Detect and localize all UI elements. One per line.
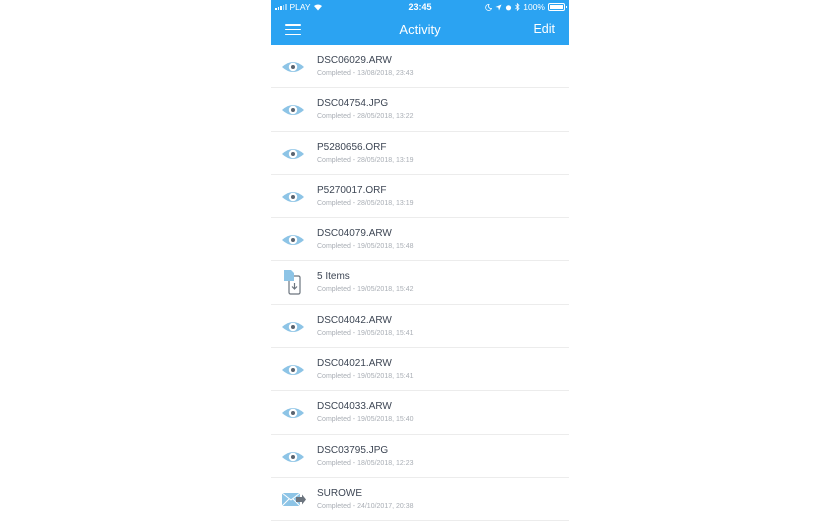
activity-list: DSC06029.ARW Completed - 13/08/2018, 23:… [271,45,569,522]
eye-icon [281,144,305,164]
location-icon [495,4,502,10]
eye-icon [281,317,305,337]
item-title: DSC04754.JPG [317,98,389,110]
eye-icon [281,360,305,380]
item-title: DSC06029.ARW [317,55,392,66]
item-subtitle: Completed - 19/05/2018, 15:41 [317,329,414,337]
mail-send-icon [281,490,306,510]
eye-icon [281,187,305,207]
edit-button[interactable]: Edit [533,22,555,36]
item-subtitle: Completed - 13/08/2018, 23:43 [317,70,414,77]
activity-list-item[interactable]: DSC04033.ARW Completed - 19/05/2018, 15:… [271,391,569,435]
item-title: DSC04033.ARW [317,401,392,413]
item-title: SUROWE [317,487,362,499]
activity-list-item[interactable]: DSC06029.ARW Completed - 13/08/2018, 23:… [271,45,569,89]
activity-list-item[interactable]: DSC04042.ARW Completed - 19/05/2018, 15:… [271,305,569,349]
battery-icon [548,3,567,11]
activity-list-item[interactable]: DSC04754.JPG Completed - 28/05/2018, 13:… [271,88,569,132]
item-subtitle: Completed - 28/05/2018, 13:22 [317,113,414,121]
item-title: DSC04021.ARW [317,358,392,370]
page-title: Activity [399,22,441,37]
item-subtitle: Completed - 19/05/2018, 15:42 [317,286,414,294]
activity-list-item[interactable]: SUROWE Completed - 24/10/2017, 20:38 [271,478,569,522]
item-subtitle: Completed - 24/10/2017, 20:38 [317,502,414,510]
item-title: DSC03795.JPG [317,444,389,456]
status-bar: PLAY 23:45 100% [271,0,569,14]
item-subtitle: Completed - 19/05/2018, 15:41 [317,373,414,381]
item-title: DSC04042.ARW [317,314,392,326]
item-title: 5 Items [317,271,350,283]
status-right: 100% [485,2,567,12]
alarm-icon [506,4,512,10]
item-subtitle: Completed - 28/05/2018, 13:19 [317,156,414,164]
battery-percent: 100% [523,2,545,12]
item-subtitle: Completed - 28/05/2018, 13:19 [317,199,414,207]
activity-list-item[interactable]: 5 Items Completed - 19/05/2018, 15:42 [271,261,569,305]
item-title: P5280656.ORF [317,141,387,153]
item-title: P5270017.ORF [317,184,387,196]
eye-icon [281,403,305,423]
download-to-device-icon [281,270,305,296]
eye-icon [281,447,305,467]
eye-icon [281,100,305,120]
activity-list-item[interactable]: DSC04079.ARW Completed - 19/05/2018, 15:… [271,218,569,262]
bluetooth-icon [515,3,520,11]
eye-icon [281,57,305,77]
activity-list-item[interactable]: P5280656.ORF Completed - 28/05/2018, 13:… [271,132,569,175]
item-subtitle: Completed - 19/05/2018, 15:40 [317,416,414,424]
item-title: DSC04079.ARW [317,228,392,240]
activity-list-item[interactable]: DSC03795.JPG Completed - 18/05/2018, 12:… [271,435,569,478]
phone-screen: PLAY 23:45 100% Activity Edit DSC06029.A… [271,0,569,530]
eye-icon [281,230,305,250]
item-subtitle: Completed - 18/05/2018, 12:23 [317,459,414,467]
activity-list-item[interactable]: DSC04021.ARW Completed - 19/05/2018, 15:… [271,348,569,392]
item-subtitle: Completed - 19/05/2018, 15:48 [317,243,414,251]
activity-list-item[interactable]: P5270017.ORF Completed - 28/05/2018, 13:… [271,175,569,219]
moon-icon [485,3,493,11]
nav-bar: Activity Edit [271,14,569,45]
